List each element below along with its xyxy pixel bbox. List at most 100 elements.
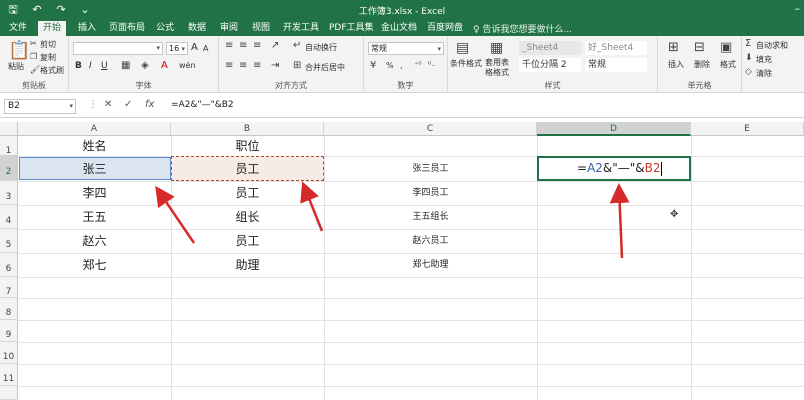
align-right-icon[interactable]: ≡: [253, 60, 261, 71]
italic-button[interactable]: I: [89, 61, 92, 71]
font-size-combo[interactable]: 16 ▾: [166, 42, 188, 55]
paste-button[interactable]: 粘贴: [8, 61, 24, 72]
minimize-icon[interactable]: –: [795, 2, 801, 15]
enter-icon[interactable]: ✓: [124, 99, 132, 110]
conditional-format-icon[interactable]: ▤: [456, 40, 469, 56]
cut-icon[interactable]: ✂: [30, 39, 37, 48]
tab-page-layout[interactable]: 页面布局: [104, 21, 150, 36]
conditional-format-button[interactable]: 条件格式: [450, 58, 482, 69]
fill-color-icon[interactable]: ◈: [141, 60, 149, 71]
tab-pdf-tools[interactable]: PDF工具集: [324, 21, 379, 36]
percent-button[interactable]: %: [386, 61, 394, 70]
tab-home[interactable]: 开始: [38, 21, 67, 36]
cell-c5[interactable]: 赵六员工: [324, 229, 537, 253]
select-all-corner[interactable]: [0, 122, 18, 136]
cell-a2[interactable]: 张三: [18, 157, 171, 181]
tell-me-box[interactable]: ♀ 告诉我您想要做什么...: [473, 22, 572, 35]
insert-function-icon[interactable]: fx: [145, 99, 154, 110]
table-format-icon[interactable]: ▦: [490, 40, 503, 56]
tab-insert[interactable]: 插入: [73, 21, 101, 36]
cell-c3[interactable]: 李四员工: [324, 181, 537, 205]
bold-button[interactable]: B: [75, 61, 82, 71]
cell-a1[interactable]: 姓名: [18, 136, 171, 156]
cell-a5[interactable]: 赵六: [18, 229, 171, 253]
align-left-icon[interactable]: ≡: [225, 60, 233, 71]
delete-cells-icon[interactable]: ⊟: [694, 40, 705, 55]
formula-input[interactable]: =A2&"—"&B2: [168, 99, 798, 114]
shrink-font-button[interactable]: A: [203, 44, 208, 53]
comma-button[interactable]: ,: [400, 61, 403, 70]
column-header-e[interactable]: E: [691, 122, 804, 136]
cell-b5[interactable]: 员工: [171, 229, 324, 253]
tab-review[interactable]: 审阅: [215, 21, 243, 36]
row-header-10[interactable]: 10: [0, 342, 18, 364]
tab-developer[interactable]: 开发工具: [278, 21, 324, 36]
row-header-2[interactable]: 2: [0, 156, 18, 181]
merge-center-button[interactable]: 合并后居中: [305, 62, 345, 73]
cell-c2[interactable]: 张三员工: [324, 157, 537, 181]
decrease-decimal-icon[interactable]: ⁰₋: [428, 60, 435, 69]
row-header-5[interactable]: 5: [0, 229, 18, 253]
cell-a6[interactable]: 郑七: [18, 253, 171, 277]
name-box[interactable]: B2 ▾: [4, 99, 76, 114]
clear-button[interactable]: 清除: [756, 68, 772, 79]
cancel-icon[interactable]: ✕: [104, 99, 112, 110]
cell-c4[interactable]: 王五组长: [324, 205, 537, 229]
copy-button[interactable]: 复制: [40, 52, 56, 63]
style-thousands-sep[interactable]: 千位分隔 2: [519, 58, 581, 72]
tab-formulas[interactable]: 公式: [151, 21, 179, 36]
clear-icon[interactable]: ◇: [745, 67, 752, 77]
tab-data[interactable]: 数据: [183, 21, 211, 36]
tab-file[interactable]: 文件: [4, 21, 32, 36]
column-header-d[interactable]: D: [537, 122, 691, 136]
format-painter-button[interactable]: 格式刷: [40, 65, 64, 76]
copy-icon[interactable]: ❐: [30, 52, 37, 61]
format-cells-button[interactable]: 格式: [720, 59, 736, 70]
currency-icon[interactable]: ¥: [370, 60, 376, 71]
fill-button[interactable]: 填充: [756, 54, 772, 65]
tab-baidu-netdisk[interactable]: 百度网盘: [422, 21, 468, 36]
align-top-icon[interactable]: ≡: [225, 40, 233, 51]
row-header-4[interactable]: 4: [0, 205, 18, 229]
row-header-3[interactable]: 3: [0, 181, 18, 205]
cell-b2[interactable]: 员工: [171, 157, 324, 181]
cell-c6[interactable]: 郑七助理: [324, 253, 537, 277]
align-bottom-icon[interactable]: ≡: [253, 40, 261, 51]
orientation-icon[interactable]: ↗: [271, 40, 279, 51]
format-cells-icon[interactable]: ▣: [720, 40, 732, 55]
cut-button[interactable]: 剪切: [40, 39, 56, 50]
row-header-11[interactable]: 11: [0, 364, 18, 386]
underline-button[interactable]: U: [101, 61, 108, 71]
border-icon[interactable]: ▦: [121, 60, 130, 71]
paste-icon[interactable]: 📋: [8, 40, 30, 61]
grow-font-button[interactable]: A: [191, 42, 198, 53]
row-header-9[interactable]: 9: [0, 320, 18, 342]
wrap-text-icon[interactable]: ↵: [293, 40, 301, 51]
cell-b4[interactable]: 组长: [171, 205, 324, 229]
cell-b6[interactable]: 助理: [171, 253, 324, 277]
merge-icon[interactable]: ⊞: [293, 60, 301, 71]
insert-cells-icon[interactable]: ⊞: [668, 40, 679, 55]
wrap-text-button[interactable]: 自动换行: [305, 42, 337, 53]
row-header-7[interactable]: 7: [0, 277, 18, 298]
align-middle-icon[interactable]: ≡: [239, 40, 247, 51]
align-center-icon[interactable]: ≡: [239, 60, 247, 71]
tab-view[interactable]: 视图: [247, 21, 275, 36]
increase-decimal-icon[interactable]: ⁺⁰: [414, 60, 421, 69]
number-format-combo[interactable]: 常规 ▾: [368, 42, 444, 55]
cell-a4[interactable]: 王五: [18, 205, 171, 229]
delete-cells-button[interactable]: 删除: [694, 59, 710, 70]
cell-a3[interactable]: 李四: [18, 181, 171, 205]
indent-icon[interactable]: ⇥: [271, 60, 279, 71]
cell-b3[interactable]: 员工: [171, 181, 324, 205]
font-color-button[interactable]: A: [161, 60, 168, 71]
row-header-6[interactable]: 6: [0, 253, 18, 277]
fill-icon[interactable]: ⬇: [745, 53, 753, 63]
row-header-12[interactable]: [0, 386, 18, 400]
cell-d2-editor[interactable]: =A2&"—"&B2: [537, 156, 691, 181]
row-header-8[interactable]: 8: [0, 298, 18, 320]
cell-b1[interactable]: 职位: [171, 136, 324, 156]
font-name-combo[interactable]: ▾: [73, 42, 163, 55]
autosum-button[interactable]: 自动求和: [756, 40, 788, 51]
insert-cells-button[interactable]: 插入: [668, 59, 684, 70]
